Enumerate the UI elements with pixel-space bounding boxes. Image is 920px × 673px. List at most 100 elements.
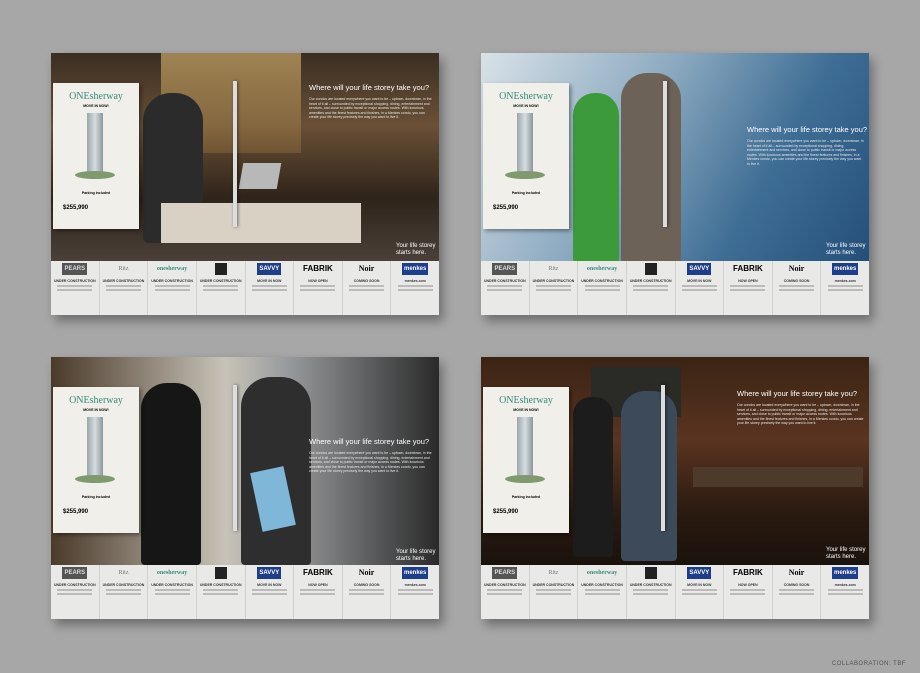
- card-parking: Parking included: [81, 191, 111, 195]
- strip-logo: onesherway: [586, 570, 618, 576]
- condo-card: ONEsherway MOVE IN NOW! Parking included…: [53, 387, 139, 533]
- strip-col: onesherway UNDER CONSTRUCTION: [578, 261, 627, 315]
- strip-col: PEARS UNDER CONSTRUCTION: [51, 565, 100, 619]
- developer-strip: PEARS UNDER CONSTRUCTION Ritz UNDER CONSTR…: [481, 565, 869, 619]
- strip-col: Ritz UNDER CONSTRUCTION: [530, 261, 579, 315]
- condo-card: ONEsherway MOVE IN NOW! Parking included…: [53, 83, 139, 229]
- ad-headline: Where will your life storey take you?: [309, 83, 430, 92]
- strip-col: onesherway UNDER CONSTRUCTION: [148, 565, 197, 619]
- strip-logo: menkes: [402, 263, 429, 275]
- strip-col: onesherway UNDER CONSTRUCTION: [578, 565, 627, 619]
- strip-status: UNDER CONSTRUCTION: [532, 279, 575, 283]
- strip-logo: FABRIK: [733, 568, 763, 577]
- strip-logo: PEARS: [62, 263, 88, 275]
- strip-status: NOW OPEN: [738, 583, 758, 587]
- developer-strip: PEARS UNDER CONSTRUCTION Ritz UNDER CONSTR…: [51, 565, 439, 619]
- strip-status: MOVE IN NOW: [687, 583, 712, 587]
- strip-logo: FABRIK: [303, 568, 333, 577]
- person-woman-seated: [573, 397, 613, 557]
- table: [161, 203, 361, 243]
- condo-card: ONEsherway MOVE IN NOW! Parking included…: [483, 387, 569, 533]
- strip-status: MOVE IN NOW: [257, 583, 282, 587]
- strip-status: COMING SOON: [783, 583, 810, 587]
- person-man-seated: [621, 391, 677, 561]
- strip-col: PEARS UNDER CONSTRUCTION: [481, 565, 530, 619]
- strip-status: UNDER CONSTRUCTION: [151, 583, 193, 587]
- strip-status: COMING SOON: [353, 279, 380, 283]
- developer-strip: PEARS UNDER CONSTRUCTION Ritz UNDER CONSTR…: [481, 261, 869, 315]
- card-brand: ONEsherway: [69, 395, 123, 406]
- strip-logo-mark: [214, 263, 227, 275]
- card-price: $255,990: [63, 509, 89, 515]
- card-brand: ONEsherway: [499, 91, 553, 102]
- strip-col: Noir COMING SOON: [773, 565, 822, 619]
- strip-logo-mark: [644, 263, 657, 275]
- strip-logo: Noir: [358, 568, 375, 577]
- strip-logo: Noir: [788, 568, 805, 577]
- strip-logo: SAVVY: [257, 567, 282, 579]
- strip-status: UNDER CONSTRUCTION: [484, 279, 526, 283]
- strip-col: UNDER CONSTRUCTION: [627, 261, 676, 315]
- strip-col: Ritz UNDER CONSTRUCTION: [530, 565, 579, 619]
- ad-cafe-couple: ONEsherway MOVE IN NOW! Parking included…: [481, 357, 869, 619]
- strip-col: UNDER CONSTRUCTION: [197, 261, 246, 315]
- strip-logo: PEARS: [492, 567, 518, 579]
- strip-status: MOVE IN NOW: [257, 279, 282, 283]
- strip-logo: menkes: [402, 567, 429, 579]
- ad-body: Our condos are located everywhere you wa…: [309, 97, 432, 119]
- strip-status: COMING SOON: [783, 279, 810, 283]
- strip-logo: SAVVY: [257, 263, 282, 275]
- strip-status: UNDER CONSTRUCTION: [484, 583, 526, 587]
- tower-illustration: [75, 113, 115, 179]
- strip-col: UNDER CONSTRUCTION: [627, 565, 676, 619]
- strip-col: FABRIK NOW OPEN: [724, 261, 773, 315]
- strip-col: SAVVY MOVE IN NOW: [246, 261, 295, 315]
- strip-col: menkes menkes.com: [391, 565, 439, 619]
- strip-col: FABRIK NOW OPEN: [294, 261, 343, 315]
- strip-status: UNDER CONSTRUCTION: [54, 583, 96, 587]
- strip-logo: FABRIK: [303, 264, 333, 273]
- door-edge: [233, 385, 237, 531]
- developer-strip: PEARS UNDER CONSTRUCTION Ritz UNDER CONSTR…: [51, 261, 439, 315]
- ad-headline: Where will your life storey take you?: [737, 389, 858, 398]
- card-price: $255,990: [63, 205, 89, 211]
- ad-headline: Where will your life storey take you?: [309, 437, 430, 446]
- ad-body: Our condos are located everywhere you wa…: [747, 139, 864, 166]
- collaboration-credit: COLLABORATION: TBF: [831, 661, 906, 667]
- strip-status: UNDER CONSTRUCTION: [199, 279, 242, 283]
- strip-col: menkes menkes.com: [821, 261, 869, 315]
- ad-door-greeting: ONEsherway MOVE IN NOW! Parking included…: [51, 357, 439, 619]
- strip-col: PEARS UNDER CONSTRUCTION: [51, 261, 100, 315]
- strip-status: UNDER CONSTRUCTION: [151, 279, 193, 283]
- strip-col: PEARS UNDER CONSTRUCTION: [481, 261, 530, 315]
- card-price: $255,990: [493, 205, 519, 211]
- strip-status: NOW OPEN: [308, 279, 328, 283]
- door-edge: [233, 81, 237, 227]
- strip-status: UNDER CONSTRUCTION: [629, 583, 672, 587]
- door-edge: [661, 385, 665, 531]
- strip-status: UNDER CONSTRUCTION: [581, 583, 623, 587]
- strip-status: menkes.com: [404, 583, 426, 587]
- strip-status: UNDER CONSTRUCTION: [54, 279, 96, 283]
- person-man-grey: [621, 73, 681, 263]
- strip-status: UNDER CONSTRUCTION: [629, 279, 672, 283]
- ad-tagline: Your life storey starts here.: [396, 549, 436, 562]
- strip-logo-mark: [644, 567, 657, 579]
- ad-cafe-laptop: ONEsherway MOVE IN NOW! Parking included…: [51, 53, 439, 315]
- door-edge: [663, 81, 667, 227]
- strip-logo-mark: [214, 567, 227, 579]
- strip-logo: PEARS: [492, 263, 518, 275]
- card-parking: Parking included: [511, 191, 541, 195]
- strip-logo: Ritz: [118, 570, 129, 576]
- tower-illustration: [75, 417, 115, 483]
- strip-logo: Ritz: [118, 266, 129, 272]
- strip-col: menkes menkes.com: [391, 261, 439, 315]
- card-status: MOVE IN NOW!: [83, 408, 109, 412]
- strip-logo: FABRIK: [733, 264, 763, 273]
- card-parking: Parking included: [511, 495, 541, 499]
- strip-col: Noir COMING SOON: [343, 261, 392, 315]
- strip-col: onesherway UNDER CONSTRUCTION: [148, 261, 197, 315]
- strip-col: FABRIK NOW OPEN: [294, 565, 343, 619]
- strip-status: UNDER CONSTRUCTION: [199, 583, 242, 587]
- strip-status: NOW OPEN: [308, 583, 328, 587]
